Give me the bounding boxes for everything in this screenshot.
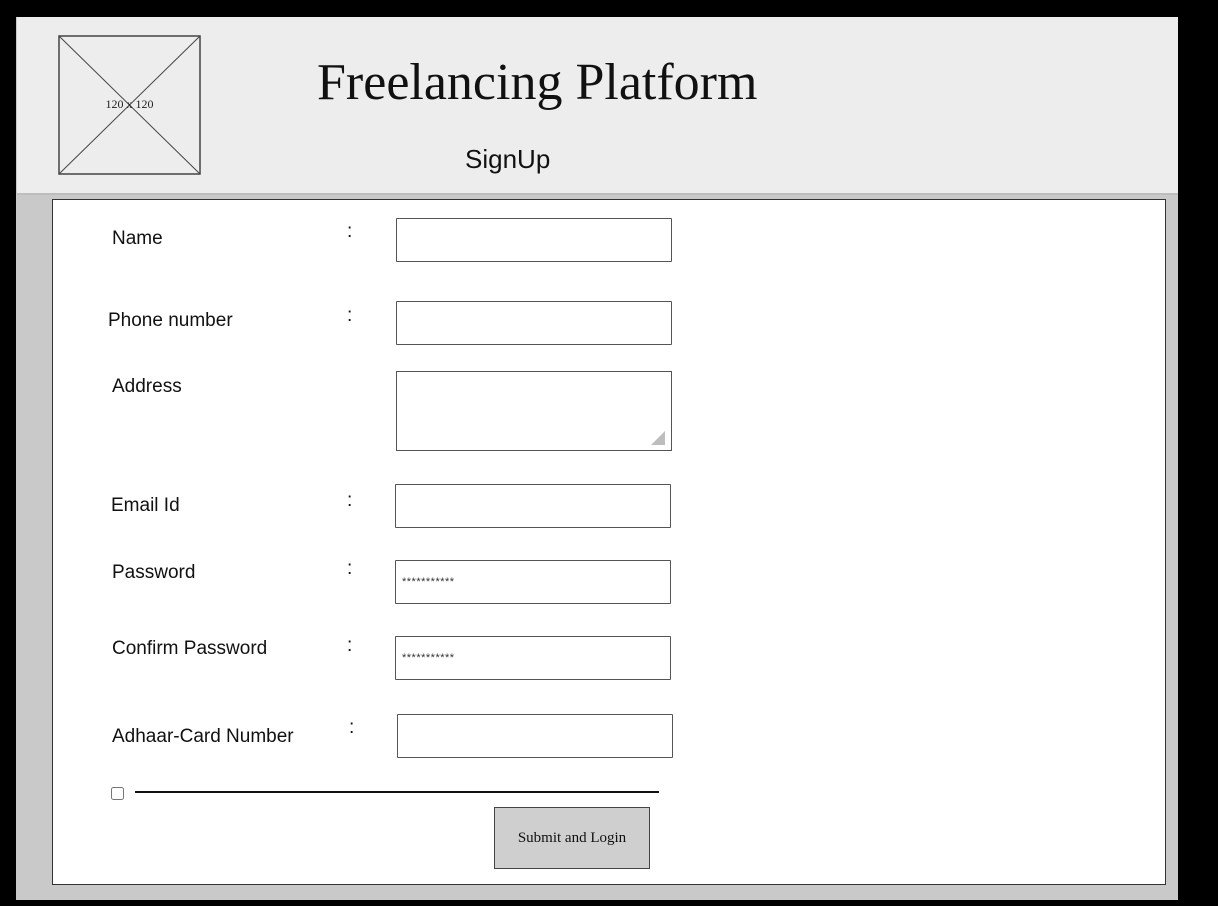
confirm-password-label: Confirm Password	[112, 638, 268, 659]
address-textarea[interactable]	[396, 371, 672, 451]
resize-handle-icon[interactable]	[651, 431, 665, 445]
phone-label: Phone number	[108, 310, 233, 331]
phone-colon: :	[347, 305, 353, 326]
phone-input[interactable]	[396, 301, 672, 345]
adhaar-colon: :	[349, 717, 355, 738]
password-colon: :	[347, 558, 353, 579]
email-colon: :	[347, 490, 353, 511]
adhaar-label: Adhaar-Card Number	[112, 726, 294, 747]
password-input[interactable]	[395, 560, 671, 604]
agree-text-placeholder-line	[135, 791, 659, 793]
page-title: Freelancing Platform	[317, 54, 758, 111]
page-subtitle: SignUp	[465, 144, 551, 174]
header-divider	[17, 193, 1178, 195]
submit-login-button[interactable]: Submit and Login	[494, 807, 650, 869]
email-label: Email Id	[111, 495, 180, 516]
password-label: Password	[112, 562, 196, 583]
name-input[interactable]	[396, 218, 672, 262]
name-colon: :	[347, 221, 353, 242]
name-label: Name	[112, 228, 163, 249]
logo-size-label: 120 x 120	[105, 97, 154, 111]
adhaar-input[interactable]	[397, 714, 673, 758]
logo-placeholder: 120 x 120	[58, 35, 201, 175]
confirm-password-input[interactable]	[395, 636, 671, 680]
confirm-password-colon: :	[347, 635, 353, 656]
email-input[interactable]	[395, 484, 671, 528]
address-label: Address	[112, 376, 182, 397]
agree-checkbox[interactable]	[111, 787, 124, 800]
